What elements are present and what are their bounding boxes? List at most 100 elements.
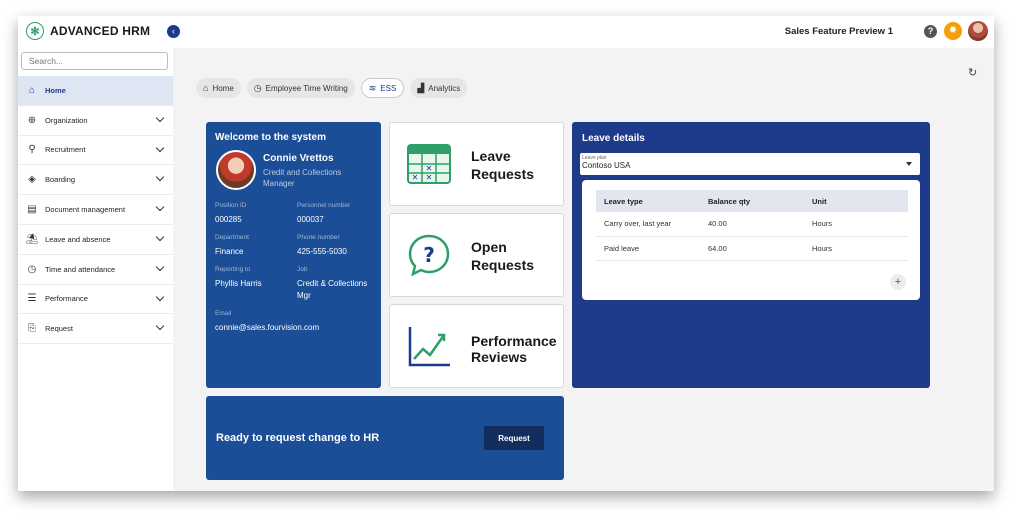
chevron-down-icon[interactable] bbox=[155, 232, 165, 242]
sidebar-item-recruitment[interactable]: ⚲ Recruitment bbox=[18, 136, 173, 166]
svg-text:✕: ✕ bbox=[426, 173, 433, 182]
email-value: connie@sales.fourvision.com bbox=[215, 323, 320, 332]
app-title: ADVANCED HRM bbox=[50, 24, 151, 38]
table-row[interactable]: Paid leave 64.00 Hours bbox=[596, 236, 908, 261]
phone-label: Phone number bbox=[297, 234, 340, 241]
sidebar-item-performance[interactable]: ☰ Performance bbox=[18, 285, 173, 315]
sidebar-item-label: Document management bbox=[45, 205, 126, 215]
layers-icon: ≋ bbox=[368, 82, 377, 93]
add-icon[interactable]: + bbox=[890, 274, 906, 290]
leave-balance-card: Leave type Balance qty Unit Carry over, … bbox=[582, 180, 920, 300]
welcome-title: Welcome to the system bbox=[215, 132, 326, 143]
help-icon[interactable]: ? bbox=[924, 25, 937, 38]
leave-plan-select[interactable]: Leave plan Contoso USA bbox=[580, 153, 920, 175]
sidebar-item-leave-and-absence[interactable]: ⛱ Leave and absence bbox=[18, 225, 173, 255]
tab-ess[interactable]: ≋ ESS bbox=[360, 78, 405, 98]
user-avatar[interactable] bbox=[968, 21, 988, 41]
top-bar: ✻ ADVANCED HRM ‹ Sales Feature Preview 1… bbox=[18, 16, 994, 48]
banner-text: Ready to request change to HR bbox=[216, 432, 380, 444]
chevron-down-icon[interactable] bbox=[155, 322, 165, 331]
chevron-down-icon[interactable] bbox=[155, 202, 165, 212]
job-value: Credit & Collections Mgr bbox=[297, 279, 368, 300]
chevron-down-icon[interactable] bbox=[155, 292, 165, 301]
svg-text:?: ? bbox=[423, 243, 435, 267]
chevron-down-icon[interactable] bbox=[155, 113, 165, 123]
department-value: Finance bbox=[215, 247, 244, 256]
notification-icon[interactable]: ✹ bbox=[944, 22, 962, 40]
chevron-down-icon[interactable] bbox=[155, 262, 165, 272]
table-cell: 40.00 bbox=[700, 212, 804, 237]
position-id-value: 000285 bbox=[215, 215, 242, 224]
collapse-sidebar-button[interactable]: ‹ bbox=[167, 25, 180, 38]
column-header[interactable]: Unit bbox=[804, 190, 908, 212]
request-button[interactable]: Request bbox=[484, 426, 544, 450]
sidebar-item-label: Request bbox=[45, 324, 73, 334]
sidebar-item-document-management[interactable]: ▤ Document management bbox=[18, 195, 173, 225]
leave-details-title: Leave details bbox=[582, 133, 645, 144]
clock-icon: ◷ bbox=[253, 82, 262, 93]
tab-employee-time-writing[interactable]: ◷ Employee Time Writing bbox=[246, 78, 355, 98]
tab-label: Home bbox=[212, 83, 234, 93]
globe-icon: ⊕ bbox=[27, 114, 37, 126]
clock-icon: ◷ bbox=[27, 263, 37, 275]
sidebar-item-label: Performance bbox=[45, 294, 88, 304]
sidebar-item-time-and-attendance[interactable]: ◷ Time and attendance bbox=[18, 255, 173, 285]
tab-label: ESS bbox=[380, 83, 397, 93]
column-header[interactable]: Leave type bbox=[596, 190, 700, 212]
app-window: ✻ ADVANCED HRM ‹ Sales Feature Preview 1… bbox=[18, 16, 994, 491]
sidebar-item-label: Recruitment bbox=[45, 145, 86, 155]
beach-icon: ⛱ bbox=[25, 233, 39, 245]
diamond-icon: ◈ bbox=[28, 174, 36, 186]
tab-home[interactable]: ⌂ Home bbox=[196, 78, 241, 98]
chart-icon: ▟ bbox=[417, 82, 425, 93]
tab-label: Analytics bbox=[428, 83, 461, 93]
document-icon: ▤ bbox=[27, 204, 37, 216]
sidebar-item-home[interactable]: ⌂ Home bbox=[18, 76, 173, 106]
personnel-number-label: Personnel number bbox=[297, 202, 351, 209]
open-requests-tile[interactable]: ? Open Requests bbox=[389, 213, 564, 297]
table-row[interactable]: Carry over, last year 40.00 Hours bbox=[596, 212, 908, 237]
home-icon: ⌂ bbox=[28, 84, 36, 96]
trend-chart-icon bbox=[408, 327, 450, 367]
sidebar-item-label: Organization bbox=[45, 115, 88, 125]
sidebar-item-label: Leave and absence bbox=[45, 234, 111, 244]
personnel-number-value: 000037 bbox=[297, 215, 324, 224]
calendar-grid-icon: ✕ ✕ ✕ bbox=[407, 144, 451, 184]
leave-requests-tile[interactable]: ✕ ✕ ✕ Leave Requests bbox=[389, 122, 564, 206]
tile-title-line2: Requests bbox=[471, 166, 535, 182]
home-icon: ⌂ bbox=[203, 83, 209, 93]
dropdown-caret-icon[interactable] bbox=[906, 162, 912, 166]
chevron-down-icon[interactable] bbox=[155, 173, 165, 182]
table-cell: 64.00 bbox=[700, 236, 804, 261]
phone-value: 425-555-5030 bbox=[297, 247, 347, 256]
question-bubble-icon: ? bbox=[408, 234, 450, 277]
profile-photo bbox=[216, 150, 256, 190]
reporting-to-label: Reporting to bbox=[215, 266, 251, 273]
position-id-label: Position ID bbox=[215, 202, 247, 209]
tab-analytics[interactable]: ▟ Analytics bbox=[410, 78, 468, 98]
svg-text:✕: ✕ bbox=[412, 173, 419, 182]
sidebar-item-label: Home bbox=[45, 85, 66, 95]
sidebar: ⌂ Home ⊕ Organization ⚲ Recruitment ◈ Bo… bbox=[18, 48, 173, 491]
sidebar-item-label: Time and attendance bbox=[45, 264, 116, 274]
tab-label: Employee Time Writing bbox=[265, 83, 348, 93]
tile-title-line1: Leave bbox=[471, 148, 511, 164]
environment-label: Sales Feature Preview 1 bbox=[784, 26, 893, 37]
performance-reviews-tile[interactable]: Performance Reviews bbox=[389, 304, 564, 388]
sidebar-item-boarding[interactable]: ◈ Boarding bbox=[18, 165, 173, 196]
hr-request-banner: Ready to request change to HR Request bbox=[206, 396, 564, 480]
search-input[interactable] bbox=[21, 52, 168, 70]
profile-card: Welcome to the system Connie Vrettos Cre… bbox=[206, 122, 381, 388]
app-logo[interactable]: ✻ ADVANCED HRM bbox=[26, 22, 150, 40]
employee-name: Connie Vrettos bbox=[263, 153, 334, 164]
request-icon: ⎘ bbox=[28, 323, 36, 335]
sidebar-nav: ⌂ Home ⊕ Organization ⚲ Recruitment ◈ Bo… bbox=[18, 76, 173, 345]
sidebar-item-organization[interactable]: ⊕ Organization bbox=[18, 106, 173, 136]
leave-details-card: Leave details Leave plan Contoso USA Lea… bbox=[572, 122, 930, 388]
refresh-icon[interactable]: ↻ bbox=[968, 66, 977, 79]
sidebar-item-request[interactable]: ⎘ Request bbox=[18, 314, 173, 345]
table-cell: Hours bbox=[804, 236, 908, 261]
column-header[interactable]: Balance qty bbox=[700, 190, 804, 212]
chevron-down-icon[interactable] bbox=[155, 143, 165, 152]
employee-role: Credit and Collections Manager bbox=[263, 168, 342, 188]
